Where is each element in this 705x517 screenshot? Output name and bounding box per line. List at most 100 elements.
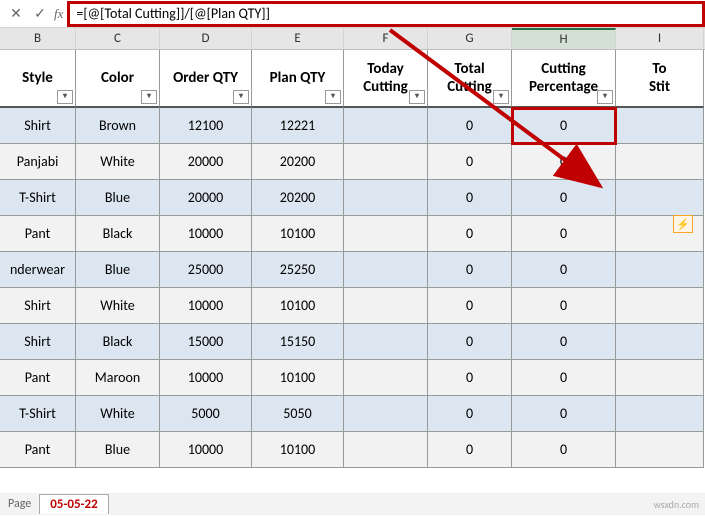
header-style[interactable]: Style▾ (0, 50, 76, 108)
cell-order_qty[interactable]: 10000 (160, 216, 252, 252)
cell-color[interactable]: Black (76, 324, 160, 360)
cell-plan_qty[interactable]: 10100 (252, 288, 344, 324)
cell-total_cutting[interactable]: 0 (428, 216, 512, 252)
cell-plan_qty[interactable]: 12221 (252, 108, 344, 144)
col-header-g[interactable]: G (428, 28, 512, 49)
cell-order_qty[interactable]: 25000 (160, 252, 252, 288)
cell-order_qty[interactable]: 12100 (160, 108, 252, 144)
cell-style[interactable]: Pant (0, 432, 76, 468)
cell-total_cutting[interactable]: 0 (428, 108, 512, 144)
active-cell[interactable]: 0 (512, 108, 616, 144)
cell-total_cutting[interactable]: 0 (428, 432, 512, 468)
cell-total_stitch[interactable] (616, 432, 704, 468)
cell-cutting_pct[interactable]: 0 (512, 144, 616, 180)
cell-order_qty[interactable]: 5000 (160, 396, 252, 432)
header-cutting-pct[interactable]: Cutting Percentage▾ (512, 50, 616, 108)
cell-today_cutting[interactable] (344, 252, 428, 288)
filter-icon[interactable]: ▾ (57, 90, 73, 104)
cell-style[interactable]: Panjabi (0, 144, 76, 180)
cell-color[interactable]: Blue (76, 180, 160, 216)
cell-today_cutting[interactable] (344, 432, 428, 468)
filter-icon[interactable]: ▾ (493, 90, 509, 104)
cell-plan_qty[interactable]: 10100 (252, 432, 344, 468)
cell-total_stitch[interactable] (616, 144, 704, 180)
cell-order_qty[interactable]: 20000 (160, 180, 252, 216)
col-header-f[interactable]: F (344, 28, 428, 49)
header-plan-qty[interactable]: Plan QTY▾ (252, 50, 344, 108)
cell-total_stitch[interactable] (616, 288, 704, 324)
cell-today_cutting[interactable] (344, 288, 428, 324)
autofill-hint-icon[interactable]: ⚡ (673, 215, 693, 233)
cell-color[interactable]: White (76, 288, 160, 324)
cell-color[interactable]: White (76, 396, 160, 432)
cell-total_stitch[interactable] (616, 360, 704, 396)
cell-cutting_pct[interactable]: 0 (512, 432, 616, 468)
header-color[interactable]: Color▾ (76, 50, 160, 108)
cell-total_stitch[interactable] (616, 108, 704, 144)
filter-icon[interactable]: ▾ (597, 90, 613, 104)
cell-today_cutting[interactable] (344, 108, 428, 144)
col-header-b[interactable]: B (0, 28, 76, 49)
sheet-tab-active[interactable]: 05-05-22 (39, 494, 109, 514)
cell-cutting_pct[interactable]: 0 (512, 180, 616, 216)
filter-icon[interactable]: ▾ (325, 90, 341, 104)
filter-icon[interactable]: ▾ (141, 90, 157, 104)
cell-total_stitch[interactable] (616, 252, 704, 288)
cell-style[interactable]: Pant (0, 216, 76, 252)
col-header-d[interactable]: D (160, 28, 252, 49)
cancel-icon[interactable]: ✕ (4, 2, 28, 26)
cell-cutting_pct[interactable]: 0 (512, 360, 616, 396)
cell-color[interactable]: White (76, 144, 160, 180)
cell-today_cutting[interactable] (344, 144, 428, 180)
col-header-c[interactable]: C (76, 28, 160, 49)
cell-total_cutting[interactable]: 0 (428, 252, 512, 288)
cell-plan_qty[interactable]: 5050 (252, 396, 344, 432)
cell-cutting_pct[interactable]: 0 (512, 216, 616, 252)
cell-color[interactable]: Blue (76, 252, 160, 288)
cell-style[interactable]: Shirt (0, 108, 76, 144)
cell-style[interactable]: Shirt (0, 288, 76, 324)
col-header-e[interactable]: E (252, 28, 344, 49)
cell-plan_qty[interactable]: 10100 (252, 216, 344, 252)
cell-style[interactable]: T-Shirt (0, 396, 76, 432)
cell-today_cutting[interactable] (344, 324, 428, 360)
cell-style[interactable]: T-Shirt (0, 180, 76, 216)
cell-color[interactable]: Brown (76, 108, 160, 144)
enter-icon[interactable]: ✓ (28, 2, 52, 26)
formula-input[interactable]: =[@[Total Cutting]]/[@[Plan QTY]] (76, 5, 696, 22)
cell-plan_qty[interactable]: 20200 (252, 180, 344, 216)
cell-order_qty[interactable]: 10000 (160, 432, 252, 468)
header-total-stitch[interactable]: To Stit (616, 50, 704, 108)
filter-icon[interactable]: ▾ (233, 90, 249, 104)
cell-color[interactable]: Blue (76, 432, 160, 468)
cell-total_cutting[interactable]: 0 (428, 324, 512, 360)
cell-today_cutting[interactable] (344, 180, 428, 216)
cell-total_cutting[interactable]: 0 (428, 180, 512, 216)
cell-plan_qty[interactable]: 25250 (252, 252, 344, 288)
cell-total_cutting[interactable]: 0 (428, 288, 512, 324)
cell-today_cutting[interactable] (344, 396, 428, 432)
cell-cutting_pct[interactable]: 0 (512, 252, 616, 288)
cell-total_stitch[interactable] (616, 396, 704, 432)
header-total-cutting[interactable]: Total Cutting▾ (428, 50, 512, 108)
cell-today_cutting[interactable] (344, 360, 428, 396)
cell-order_qty[interactable]: 20000 (160, 144, 252, 180)
cell-order_qty[interactable]: 10000 (160, 360, 252, 396)
cell-order_qty[interactable]: 10000 (160, 288, 252, 324)
cell-total_cutting[interactable]: 0 (428, 360, 512, 396)
filter-icon[interactable]: ▾ (409, 90, 425, 104)
cell-color[interactable]: Maroon (76, 360, 160, 396)
cell-cutting_pct[interactable]: 0 (512, 324, 616, 360)
fx-icon[interactable]: fx (54, 6, 63, 22)
cell-order_qty[interactable]: 15000 (160, 324, 252, 360)
header-today-cutting[interactable]: Today Cutting▾ (344, 50, 428, 108)
cell-cutting_pct[interactable]: 0 (512, 396, 616, 432)
cell-total_stitch[interactable] (616, 324, 704, 360)
cell-total_cutting[interactable]: 0 (428, 144, 512, 180)
col-header-h[interactable]: H (512, 28, 616, 49)
cell-style[interactable]: Pant (0, 360, 76, 396)
cell-plan_qty[interactable]: 10100 (252, 360, 344, 396)
cell-style[interactable]: nderwear (0, 252, 76, 288)
header-order-qty[interactable]: Order QTY▾ (160, 50, 252, 108)
cell-color[interactable]: Black (76, 216, 160, 252)
